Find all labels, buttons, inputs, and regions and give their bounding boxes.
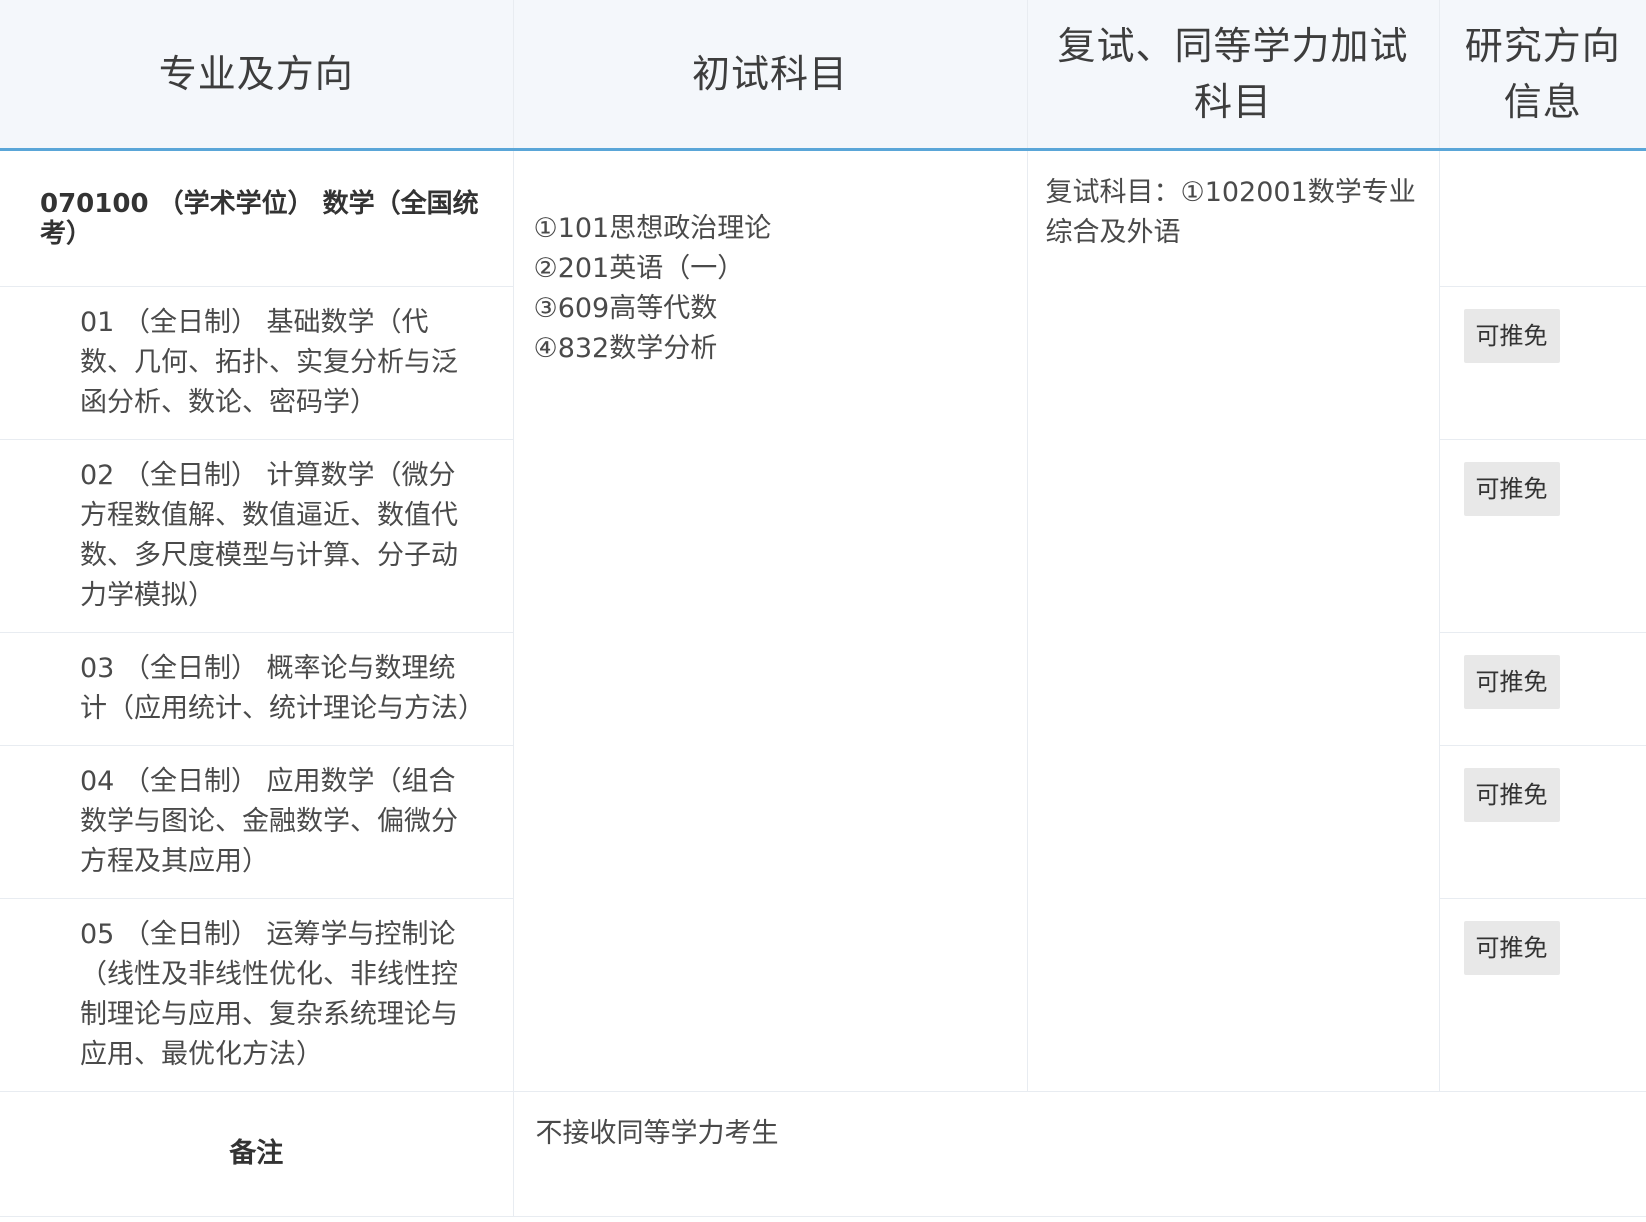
recommend-badge: 可推免	[1463, 655, 1560, 709]
direction-info: 可推免	[1439, 898, 1646, 1092]
header-row: 专业及方向 初试科目 复试、同等学力加试科目 研究方向信息	[0, 0, 1646, 151]
major-row: 070100 （学术学位） 数学（全国统考） ①101思想政治理论 ②201英语…	[0, 149, 1646, 1092]
enrollment-table: 专业及方向 初试科目 复试、同等学力加试科目 研究方向信息 070100 （学术…	[0, 0, 1646, 1217]
remark-label: 备注	[0, 1091, 514, 1217]
recommend-badge: 可推免	[1463, 462, 1560, 516]
direction-info: 可推免	[1439, 286, 1646, 440]
direction-text: 02 （全日制） 计算数学（微分方程数值解、数值逼近、数值代数、多尺度模型与计算…	[0, 439, 514, 633]
initial-subjects: ①101思想政治理论 ②201英语（一） ③609高等代数 ④832数学分析	[513, 149, 1028, 1092]
header-direction-info: 研究方向信息	[1439, 0, 1646, 151]
direction-info: 可推免	[1439, 439, 1646, 633]
direction-info: 可推免	[1439, 632, 1646, 746]
direction-text: 01 （全日制） 基础数学（代数、几何、拓扑、实复分析与泛函分析、数论、密码学）	[0, 286, 514, 440]
direction-info: 可推免	[1439, 745, 1646, 899]
subject-item: ④832数学分析	[533, 333, 718, 364]
info-empty-cell	[1439, 149, 1646, 287]
header-initial-subjects: 初试科目	[513, 0, 1028, 151]
header-major: 专业及方向	[0, 0, 514, 151]
subject-item: ①101思想政治理论	[533, 213, 772, 244]
remark-row: 备注 不接收同等学力考生	[0, 1091, 1646, 1217]
remark-text: 不接收同等学力考生	[513, 1091, 1646, 1217]
direction-text: 03 （全日制） 概率论与数理统计（应用统计、统计理论与方法）	[0, 632, 514, 746]
recommend-badge: 可推免	[1463, 309, 1560, 363]
recommend-badge: 可推免	[1463, 921, 1560, 975]
direction-text: 05 （全日制） 运筹学与控制论（线性及非线性优化、非线性控制理论与应用、复杂系…	[0, 898, 514, 1092]
subject-item: ②201英语（一）	[533, 253, 745, 284]
subject-item: ③609高等代数	[533, 293, 718, 324]
recommend-badge: 可推免	[1463, 768, 1560, 822]
retest-subjects: 复试科目：①102001数学专业综合及外语	[1027, 149, 1440, 1092]
header-retest-subjects: 复试、同等学力加试科目	[1027, 0, 1440, 151]
major-name: 070100 （学术学位） 数学（全国统考）	[0, 149, 514, 287]
direction-text: 04 （全日制） 应用数学（组合数学与图论、金融数学、偏微分方程及其应用）	[0, 745, 514, 899]
